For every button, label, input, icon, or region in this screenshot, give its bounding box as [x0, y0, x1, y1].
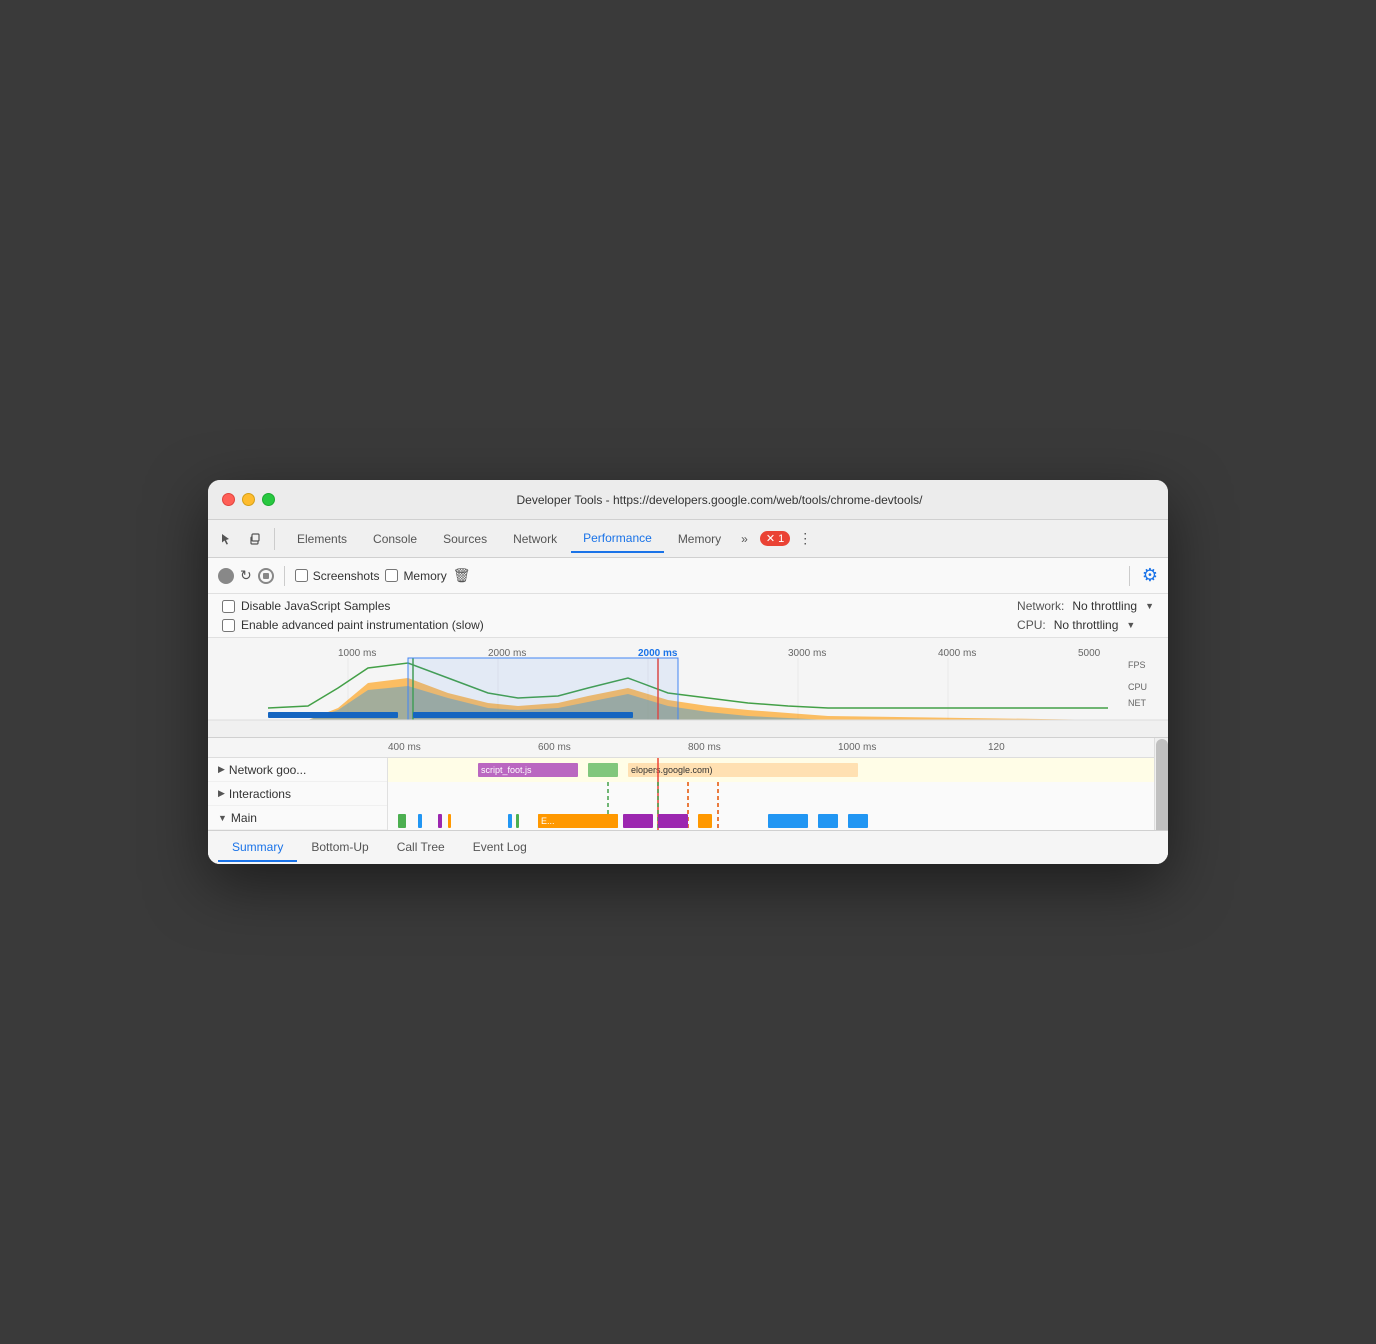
overview-chart: 1000 ms 2000 ms 2000 ms 3000 ms 4000 ms … [208, 638, 1168, 737]
bottom-tabs: Summary Bottom-Up Call Tree Event Log [208, 830, 1168, 864]
toolbar2: ↻ Screenshots Memory 🗑 ⚙ [208, 558, 1168, 594]
titlebar: Developer Tools - https://developers.goo… [208, 480, 1168, 520]
interactions-expand-icon: ▶ [218, 788, 225, 799]
scrollbar-thumb[interactable] [1156, 758, 1168, 830]
network-label: Network goo... [229, 763, 306, 777]
tab-performance[interactable]: Performance [571, 525, 664, 553]
cpu-throttle-key: CPU: [1017, 618, 1046, 632]
screenshots-checkbox[interactable] [295, 569, 308, 582]
network-dropdown-arrow[interactable]: ▼ [1145, 601, 1154, 611]
traffic-lights [222, 493, 275, 506]
tab-call-tree[interactable]: Call Tree [383, 834, 459, 862]
stop-button[interactable] [258, 568, 274, 584]
cpu-throttle-control: CPU: No throttling ▼ [1017, 618, 1154, 632]
maximize-button[interactable] [262, 493, 275, 506]
cursor-icon[interactable] [216, 528, 238, 550]
ruler-mark-1000: 1000 ms [838, 742, 876, 753]
options-right: Network: No throttling ▼ CPU: No throttl… [1017, 599, 1154, 632]
devtools-window: Developer Tools - https://developers.goo… [208, 480, 1168, 864]
cpu-dropdown-arrow[interactable]: ▼ [1126, 620, 1135, 630]
window-title: Developer Tools - https://developers.goo… [285, 493, 1154, 507]
svg-text:1000 ms: 1000 ms [338, 648, 376, 659]
divider2 [1129, 566, 1130, 586]
network-row-label[interactable]: ▶ Network goo... [208, 758, 387, 782]
network-throttle-key: Network: [1017, 599, 1064, 613]
flamechart-section: 400 ms 600 ms 800 ms 1000 ms 120 ▶ Netwo… [208, 738, 1168, 830]
memory-checkbox-label[interactable]: Memory [385, 569, 446, 583]
reload-button[interactable]: ↻ [240, 567, 252, 584]
svg-text:elopers.google.com): elopers.google.com) [631, 765, 713, 775]
interactions-label: Interactions [229, 787, 291, 801]
error-icon: ✕ [766, 532, 775, 545]
svg-text:3000 ms: 3000 ms [788, 648, 826, 659]
tab-elements[interactable]: Elements [285, 526, 359, 552]
main-content: 1000 ms 2000 ms 2000 ms 3000 ms 4000 ms … [208, 638, 1168, 864]
main-label: Main [231, 811, 257, 825]
main-expand-icon: ▼ [218, 813, 227, 823]
network-throttle-control: Network: No throttling ▼ [1017, 599, 1154, 613]
svg-text:FPS: FPS [1128, 660, 1146, 670]
tab-sources[interactable]: Sources [431, 526, 499, 552]
close-button[interactable] [222, 493, 235, 506]
options-left: Disable JavaScript Samples Enable advanc… [222, 599, 484, 632]
ruler-mark-400: 400 ms [388, 742, 421, 753]
tab-memory[interactable]: Memory [666, 526, 733, 552]
cpu-throttle-value: No throttling [1054, 618, 1119, 632]
ruler-mark-120: 120 [988, 742, 1005, 753]
disable-js-label: Disable JavaScript Samples [241, 599, 390, 613]
svg-text:2000 ms: 2000 ms [638, 648, 678, 659]
toolbar2-left: ↻ Screenshots Memory 🗑 [218, 566, 1117, 586]
svg-text:E...: E... [541, 816, 555, 826]
svg-text:4000 ms: 4000 ms [938, 648, 976, 659]
network-throttle-value: No throttling [1072, 599, 1137, 613]
toolbar-icons [216, 528, 275, 550]
network-expand-icon: ▶ [218, 764, 225, 775]
svg-text:NET: NET [1128, 698, 1147, 708]
copy-icon[interactable] [244, 528, 266, 550]
record-button[interactable] [218, 568, 234, 584]
svg-text:script_foot.js: script_foot.js [481, 765, 532, 775]
more-options-button[interactable]: ⋮ [792, 526, 818, 551]
options-toolbar: Disable JavaScript Samples Enable advanc… [208, 594, 1168, 638]
more-tabs-button[interactable]: » [735, 528, 754, 550]
clear-button[interactable]: 🗑 [453, 567, 471, 584]
main-row-label[interactable]: ▼ Main [208, 806, 387, 830]
tab-summary[interactable]: Summary [218, 834, 297, 862]
toolbar2-right: ⚙ [1142, 565, 1158, 586]
ruler-mark-800: 800 ms [688, 742, 721, 753]
tab-bottom-up[interactable]: Bottom-Up [297, 834, 382, 862]
flamechart-body: ▶ Network goo... ▶ Interactions ▼ Main [208, 758, 1168, 830]
flamechart-ruler: 400 ms 600 ms 800 ms 1000 ms 120 [208, 738, 1168, 758]
error-count: 1 [778, 533, 784, 545]
overview-section[interactable]: 1000 ms 2000 ms 2000 ms 3000 ms 4000 ms … [208, 638, 1168, 738]
flamechart-canvas[interactable]: script_foot.js elopers.google.com) [388, 758, 1168, 830]
memory-checkbox[interactable] [385, 569, 398, 582]
ruler-mark-600: 600 ms [538, 742, 571, 753]
tab-event-log[interactable]: Event Log [459, 834, 541, 862]
option-row-js: Disable JavaScript Samples [222, 599, 484, 613]
interactions-row-label[interactable]: ▶ Interactions [208, 782, 387, 806]
screenshots-label: Screenshots [313, 569, 380, 583]
minimize-button[interactable] [242, 493, 255, 506]
tab-bar: Elements Console Sources Network Perform… [208, 520, 1168, 558]
settings-gear-icon[interactable]: ⚙ [1142, 565, 1158, 586]
option-row-paint: Enable advanced paint instrumentation (s… [222, 618, 484, 632]
tab-network[interactable]: Network [501, 526, 569, 552]
svg-text:2000 ms: 2000 ms [488, 648, 526, 659]
memory-label: Memory [403, 569, 446, 583]
error-badge[interactable]: ✕ 1 [760, 531, 790, 546]
flamechart-svg: script_foot.js elopers.google.com) [388, 758, 1168, 830]
svg-text:CPU: CPU [1128, 682, 1147, 692]
svg-text:5000: 5000 [1078, 648, 1101, 659]
enable-paint-label: Enable advanced paint instrumentation (s… [241, 618, 484, 632]
disable-js-checkbox[interactable] [222, 600, 235, 613]
scrollbar[interactable] [1154, 758, 1168, 830]
flamechart-labels: ▶ Network goo... ▶ Interactions ▼ Main [208, 758, 388, 830]
divider1 [284, 566, 285, 586]
tab-error-area: ✕ 1 [760, 531, 790, 546]
tab-console[interactable]: Console [361, 526, 429, 552]
screenshots-checkbox-label[interactable]: Screenshots [295, 569, 380, 583]
enable-paint-checkbox[interactable] [222, 619, 235, 632]
